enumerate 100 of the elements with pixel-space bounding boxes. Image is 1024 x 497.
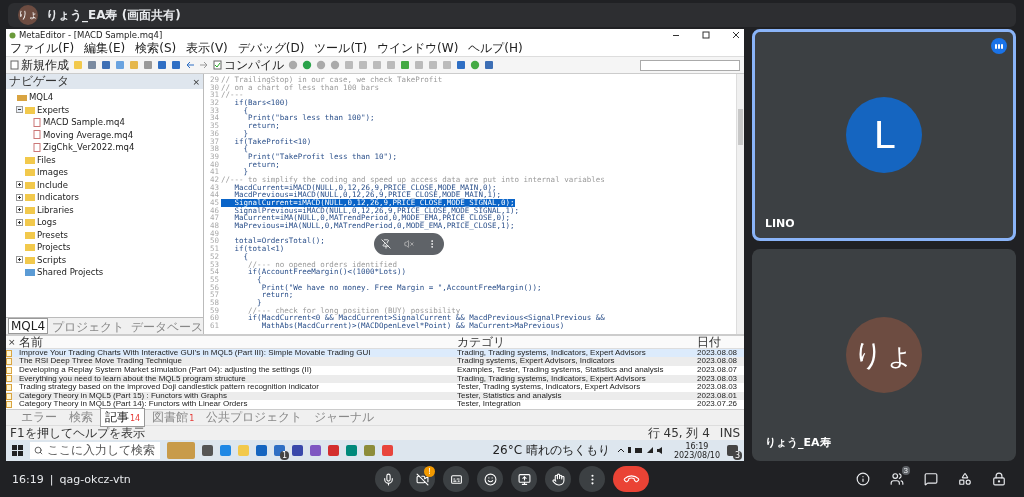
presenter-label: りょう_EA寿 (画面共有) [46,6,181,24]
participant-tile[interactable]: りょ りょう_EA寿 [752,249,1016,461]
participant-tile[interactable]: L LINO [752,29,1016,241]
captions-button[interactable] [443,466,469,492]
tree-item[interactable]: Libraries [37,204,74,215]
presenter-avatar: りょ [18,5,38,25]
menu-item[interactable]: ウインドウ(W) [377,40,459,57]
tree-item[interactable]: Presets [37,229,68,240]
tree-item[interactable]: ZigChk_Ver2022.mq4 [43,142,135,153]
separator: | [49,472,54,486]
column-header[interactable]: 名前 [16,335,454,349]
hand-icon [551,472,565,486]
menu-item[interactable]: 編集(E) [84,40,126,57]
new-file-icon [10,60,19,70]
emoji-button[interactable] [477,466,503,492]
close-button[interactable]: × [192,76,200,87]
app-icon[interactable] [256,445,267,456]
count-label: 14 [130,414,141,423]
expand-toggle[interactable] [16,206,23,214]
panel-tab[interactable]: 図書館 1 [147,408,200,427]
tree-item[interactable]: Logs [37,217,57,228]
tree-item[interactable]: Images [37,167,69,178]
expand-toggle[interactable] [16,181,23,189]
tree-item[interactable]: Indicators [37,192,79,203]
people-button[interactable]: 3 [884,466,910,492]
panel-tab[interactable]: 記事 14 [100,408,146,427]
count-label: 1 [189,414,195,423]
participant-avatar: L [846,97,922,173]
article-row[interactable]: Category Theory in MQL5 (Part 15) : Functors with Graphs Tester, Statistics and analysis 2023.08.01 [6,391,744,401]
count-badge: 3 [901,466,910,475]
article-date: 2023.07.26 [696,400,739,409]
tree-item[interactable]: Shared Projects [37,267,104,278]
panel-tab[interactable]: MQL4 [8,317,49,334]
pin-off-icon[interactable] [380,239,391,249]
tree-item[interactable]: Projects [37,242,71,253]
meeting-time: 16:19 [12,472,44,486]
article-title: Improve Your Trading Charts With Interactive GUI's in MQL5 (Part III): Simple Movable Trading GUI [18,348,372,357]
windows-logo-icon[interactable] [12,445,23,456]
article-title: Developing a Replay System Market simulation (Part 04): adjusting the settings (II) [18,366,313,375]
article-row[interactable]: Improve Your Trading Charts With Interactive GUI's in MQL5 (Part III): Simple Movable Trading GUI Trading, Trading systems, Indicators, Expert Advisors 2023.08.08 [6,348,744,358]
close-button[interactable]: × [6,336,16,348]
search-field[interactable] [640,59,740,71]
tree-item[interactable]: Moving Average.mq4 [43,129,134,140]
menu-item[interactable]: デバッグ(D) [237,40,305,57]
app-icon[interactable] [310,445,321,456]
more-button[interactable] [579,466,605,492]
participant-avatar: りょ [846,317,922,393]
new-file-button[interactable]: 新規作成 [10,56,69,74]
alert-badge: ! [424,466,435,477]
expand-toggle[interactable] [16,106,23,114]
menu-item[interactable]: ファイル(F) [10,40,75,57]
article-date: 2023.08.08 [696,357,739,367]
mic-button[interactable] [375,466,401,492]
cursor-position: 行 45, 列 4 [647,424,710,442]
menu-item[interactable]: 表示(V) [186,40,228,57]
menu-item[interactable]: ツール(T) [314,40,368,57]
scrollbar[interactable] [736,74,744,334]
app-icon[interactable] [292,445,303,456]
count-badge: 3 [732,451,742,460]
tree-item[interactable]: MQL4 [29,92,54,103]
article-row[interactable]: Everything you need to learn about the MQL5 program structure Trading, Trading systems, Indicators, Expert Advisors 2023.08.03 [6,374,744,384]
forward-arrow-icon[interactable] [199,60,209,70]
menu-item[interactable]: ヘルプ(H) [468,40,523,57]
compile-button[interactable]: コンパイル [213,56,284,74]
emoji-icon [483,472,497,486]
menu-item[interactable]: 検索(S) [135,40,177,57]
article-category: Trading, Trading systems, Indicators, Expert Advisors [456,348,647,357]
expand-toggle[interactable] [16,218,23,226]
mute-icon[interactable] [404,239,414,249]
tree-item[interactable]: MACD Sample.mq4 [43,117,125,128]
status-hint: F1を押してヘルプを表示 [10,424,145,442]
meeting-code: qag-okcz-vtn [59,472,131,486]
present-icon [517,472,531,486]
tree-item[interactable]: Files [37,154,56,165]
column-header[interactable]: カテゴリ [454,335,694,349]
taskbar-search-field[interactable]: ここに入力して検索 [30,442,160,459]
article-title: Category Theory in MQL5 (Part 15) : Functors with Graphs [18,391,227,400]
tree-item[interactable]: Scripts [37,254,67,265]
article-row[interactable]: The RSI Deep Three Move Trading Technique Trading systems, Expert Advisors, Indicators 2023.08.08 [6,357,744,367]
app-icon[interactable] [364,445,375,456]
app-icon[interactable] [220,445,231,456]
tree-item[interactable]: Experts [37,104,70,115]
insert-mode: INS [719,426,740,440]
participant-name: りょう_EA寿 [765,435,831,450]
expand-toggle[interactable] [16,193,23,201]
tree-item[interactable]: Include [37,179,68,190]
panel-title: ナビゲータ [9,73,69,90]
end-call-button[interactable] [613,466,649,492]
taskbar-clock[interactable]: 16:19 2023/08/10 [673,441,720,460]
app-icon[interactable] [328,445,339,456]
expand-toggle[interactable] [16,256,23,264]
column-header[interactable]: 日付 [694,335,744,349]
speaking-icon [991,38,1007,54]
raise-hand-button[interactable] [545,466,571,492]
back-arrow-icon[interactable] [185,60,195,70]
shapes-icon [958,472,972,486]
window-controls-icon[interactable] [671,31,741,39]
article-title: Category Theory in MQL5 (Part 14): Functors with Linear Orders [18,400,249,409]
present-button[interactable] [511,466,537,492]
weather-text[interactable]: 26°C 晴れのちくもり [492,442,610,459]
